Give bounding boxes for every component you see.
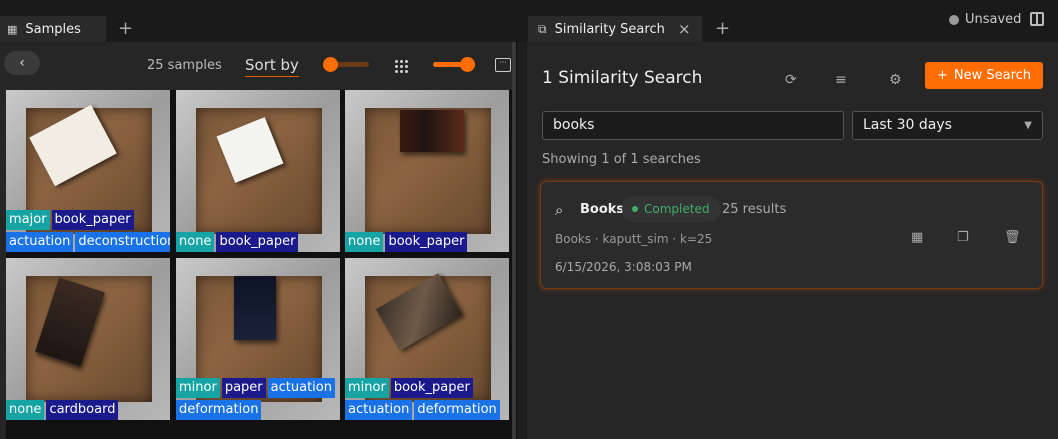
similarity-panel: 1 Similarity Search ⟳ ≡ ⚙ + New Search b…: [527, 42, 1058, 439]
tab-similarity-label: Similarity Search: [554, 21, 665, 37]
tag: book_paper: [385, 232, 468, 252]
search-meta: Books · kaputt_sim · k=25: [555, 232, 713, 246]
sample-tags: minor paper actuation deformation: [176, 378, 335, 420]
tag-row: none cardboard: [6, 400, 119, 420]
tag: none: [6, 400, 45, 420]
unsaved-status: Unsaved: [949, 12, 1021, 27]
sample-tags: major book_paper actuation deconstructio…: [6, 210, 170, 252]
tag: none: [345, 232, 384, 252]
image-search-icon: ⧉: [538, 21, 547, 36]
slider-thumb[interactable]: [323, 57, 338, 72]
tag: minor: [345, 378, 389, 398]
tag: actuation: [345, 400, 413, 420]
search-result-card[interactable]: ⌕ Books Completed 25 results Books · kap…: [540, 181, 1043, 289]
tag-row: deformation: [176, 400, 262, 420]
sample-tile[interactable]: none book_paper: [176, 90, 340, 252]
top-bar: ▦ Samples + ⧉ Similarity Search × + Unsa…: [0, 0, 1058, 42]
refresh-icon[interactable]: ⟳: [785, 72, 797, 88]
panel-title: 1 Similarity Search: [542, 68, 703, 88]
status-dot: [632, 206, 638, 212]
tag: actuation: [267, 378, 335, 398]
options-icon[interactable]: ···: [495, 58, 511, 72]
tag: none: [176, 232, 215, 252]
status-label: Completed: [644, 202, 710, 216]
tab-samples[interactable]: ▦ Samples: [0, 16, 106, 42]
tag-row: actuation deconstruction: [6, 232, 170, 252]
unsaved-label: Unsaved: [965, 12, 1022, 27]
tag: major: [6, 210, 50, 230]
sample-tile[interactable]: none cardboard: [6, 258, 170, 420]
result-count: 25 results: [722, 202, 787, 217]
tag: book_paper: [216, 232, 299, 252]
tag-row: actuation deformation: [345, 400, 500, 420]
tag: cardboard: [46, 400, 119, 420]
panel-divider[interactable]: [516, 42, 526, 439]
tag-row: none book_paper: [176, 232, 299, 252]
sample-grid: major book_paper actuation deconstructio…: [6, 90, 512, 439]
layout-icon[interactable]: [1030, 12, 1044, 26]
tag: book_paper: [51, 210, 134, 230]
sample-tags: none book_paper: [176, 232, 299, 252]
date-range-value: Last 30 days: [863, 117, 952, 133]
sample-tags: minor book_paper actuation deformation: [345, 378, 500, 420]
tag-row: major book_paper: [6, 210, 134, 230]
plus-icon: +: [936, 68, 948, 83]
samples-panel: ‹ 25 samples Sort by ··· major book_pape…: [0, 42, 516, 439]
back-button[interactable]: ‹: [4, 51, 40, 75]
search-name: Books: [580, 202, 625, 217]
tag-row: none book_paper: [345, 232, 468, 252]
sample-tags: none cardboard: [6, 400, 119, 420]
tag: deconstruction: [75, 232, 170, 252]
settings-icon[interactable]: ⚙: [889, 72, 902, 88]
tag: paper: [221, 378, 266, 398]
tag: deformation: [176, 400, 262, 420]
book-object: [400, 110, 464, 152]
grid-icon: ▦: [7, 22, 18, 36]
sample-tags: none book_paper: [345, 232, 468, 252]
sort-by-button[interactable]: Sort by: [245, 56, 299, 77]
tab-similarity-search[interactable]: ⧉ Similarity Search ×: [528, 16, 702, 42]
status-badge: Completed: [622, 196, 722, 222]
grid-view-icon[interactable]: ▦: [911, 230, 923, 245]
samples-toolbar: ‹ 25 samples Sort by ···: [0, 42, 516, 89]
date-range-select[interactable]: Last 30 days ▼: [852, 111, 1043, 140]
search-filter-input[interactable]: books: [542, 111, 844, 140]
tag: minor: [176, 378, 220, 398]
copy-icon[interactable]: ❐: [957, 230, 969, 245]
slider-thumb[interactable]: [460, 57, 475, 72]
tag-row: minor book_paper: [345, 378, 473, 398]
delete-icon[interactable]: 🗑: [1004, 230, 1021, 245]
sample-tile[interactable]: none book_paper: [345, 90, 509, 252]
new-search-label: New Search: [953, 68, 1032, 83]
search-icon: ⌕: [555, 201, 564, 219]
tag: deformation: [414, 400, 500, 420]
book-object: [234, 276, 276, 340]
showing-count: Showing 1 of 1 searches: [542, 152, 701, 167]
grid-icon[interactable]: [394, 59, 408, 73]
search-date: 6/15/2026, 3:08:03 PM: [555, 260, 692, 274]
zoom-slider[interactable]: [433, 57, 475, 72]
sample-tile[interactable]: minor paper actuation deformation: [176, 258, 340, 420]
caret-down-icon: ▼: [1024, 120, 1032, 131]
add-tab-button[interactable]: +: [118, 18, 133, 39]
close-icon[interactable]: ×: [678, 20, 691, 38]
tag: actuation: [6, 232, 74, 252]
tab-samples-label: Samples: [25, 21, 81, 37]
sample-tile[interactable]: major book_paper actuation deconstructio…: [6, 90, 170, 252]
list-icon[interactable]: ≡: [835, 72, 847, 88]
new-search-button[interactable]: + New Search: [925, 62, 1043, 89]
opacity-slider[interactable]: [323, 57, 369, 72]
tag: book_paper: [390, 378, 473, 398]
add-panel-button[interactable]: +: [715, 18, 730, 39]
status-dot: [949, 14, 959, 25]
tag-row: minor paper actuation: [176, 378, 335, 398]
sample-tile[interactable]: minor book_paper actuation deformation: [345, 258, 509, 420]
sample-count: 25 samples: [147, 58, 222, 73]
